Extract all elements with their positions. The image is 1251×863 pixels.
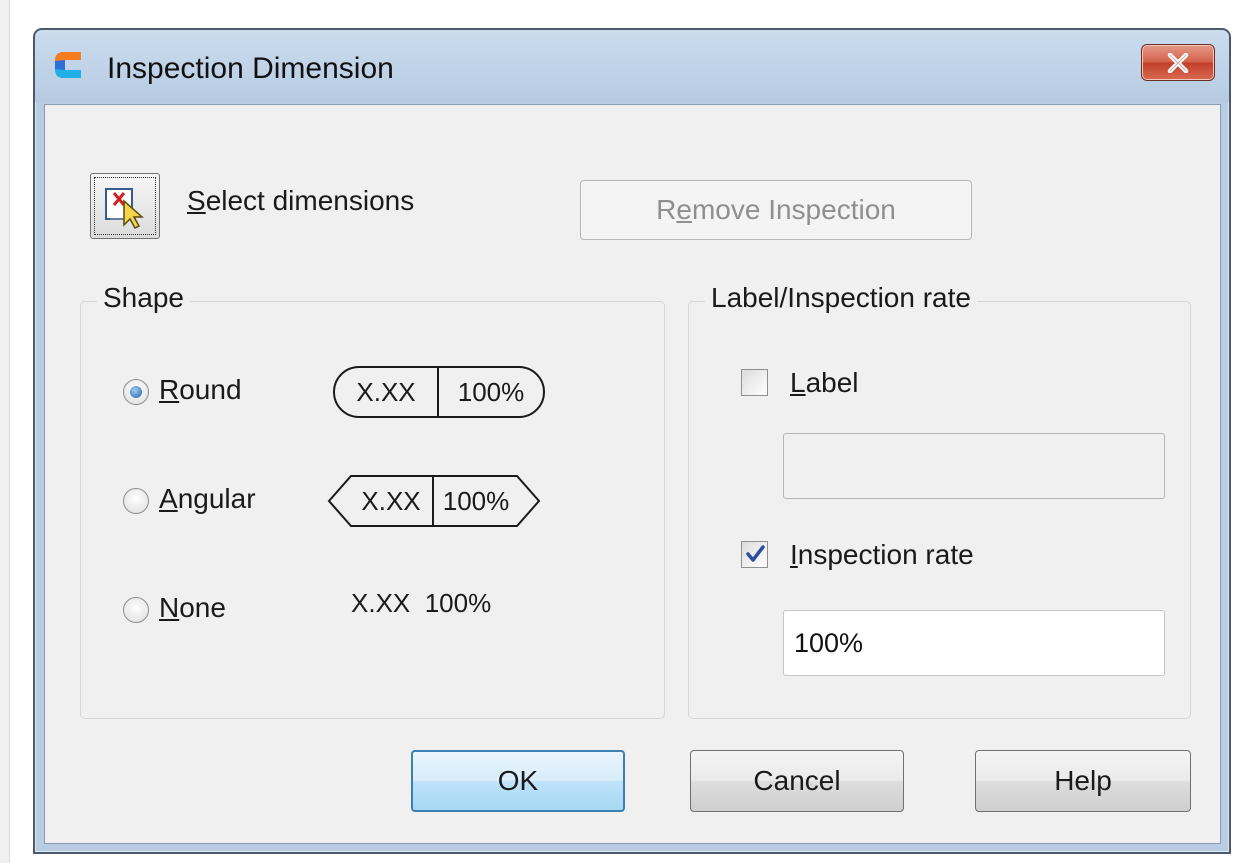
label-text: abel — [805, 367, 859, 398]
angular-option-label[interactable]: Angular — [159, 483, 256, 515]
window-title: Inspection Dimension — [107, 52, 394, 85]
gcad-logo-icon — [55, 52, 81, 78]
select-dimensions-button[interactable] — [90, 173, 160, 239]
inspection-dimension-dialog: Inspection Dimension Select dimensions R… — [33, 28, 1231, 854]
round-shape-preview: X.XX 100% — [333, 366, 545, 418]
angular-preview-value: X.XX — [361, 485, 421, 516]
angular-preview-rate: 100% — [442, 485, 510, 516]
close-button[interactable] — [1141, 44, 1215, 81]
remove-inspection-text-pre: R — [656, 194, 677, 225]
dialog-client-area: Select dimensions Re move Inspection Shap… — [44, 104, 1221, 844]
remove-inspection-accelerator: e — [676, 194, 692, 225]
round-text: ound — [179, 374, 242, 405]
remove-inspection-text-rest: move Inspection — [691, 194, 896, 225]
shape-group: Shape Round X.XX 100% Angular X.XX 100% … — [80, 282, 665, 719]
label-inspection-rate-group: Label/Inspection rate Label Inspection r… — [688, 282, 1191, 719]
label-text-field[interactable] — [783, 433, 1165, 499]
inspection-rate-field[interactable]: 100% — [783, 610, 1165, 676]
select-object-icon — [105, 188, 144, 229]
inspection-rate-checkbox[interactable] — [741, 541, 768, 568]
label-group-title: Label/Inspection rate — [705, 282, 977, 314]
cancel-button[interactable]: Cancel — [690, 750, 904, 812]
none-accelerator: N — [159, 592, 180, 623]
none-radio[interactable] — [123, 597, 149, 623]
ok-button[interactable]: OK — [411, 750, 625, 812]
title-bar[interactable]: Inspection Dimension — [35, 30, 1229, 102]
select-dimensions-text: elect dimensions — [205, 185, 415, 216]
select-dimensions-label[interactable]: Select dimensions — [187, 185, 414, 217]
angular-radio[interactable] — [123, 488, 149, 514]
label-checkbox-label[interactable]: Label — [790, 367, 859, 399]
background-window-edge — [0, 0, 10, 863]
checkmark-icon — [746, 545, 765, 562]
label-accelerator: L — [790, 367, 806, 398]
angular-text: ngular — [177, 483, 256, 514]
inspection-rate-checkbox-label[interactable]: Inspection rate — [790, 539, 974, 571]
round-radio[interactable] — [123, 379, 149, 405]
none-shape-preview: X.XX 100% — [351, 588, 492, 618]
round-option-label[interactable]: Round — [159, 374, 242, 406]
inspection-rate-accelerator: I — [790, 539, 798, 570]
help-button[interactable]: Help — [975, 750, 1191, 812]
remove-inspection-button[interactable]: Re move Inspection — [580, 180, 972, 240]
shape-group-title: Shape — [97, 282, 190, 314]
label-checkbox[interactable] — [741, 369, 768, 396]
round-accelerator: R — [159, 374, 180, 405]
close-x-icon — [1167, 52, 1189, 73]
none-text: one — [179, 592, 226, 623]
angular-accelerator: A — [159, 483, 178, 514]
select-dimensions-accelerator: S — [187, 185, 206, 216]
round-preview-value: X.XX — [335, 368, 439, 416]
none-option-label[interactable]: None — [159, 592, 226, 624]
round-preview-rate: 100% — [457, 376, 525, 407]
inspection-rate-text: nspection rate — [797, 539, 974, 570]
